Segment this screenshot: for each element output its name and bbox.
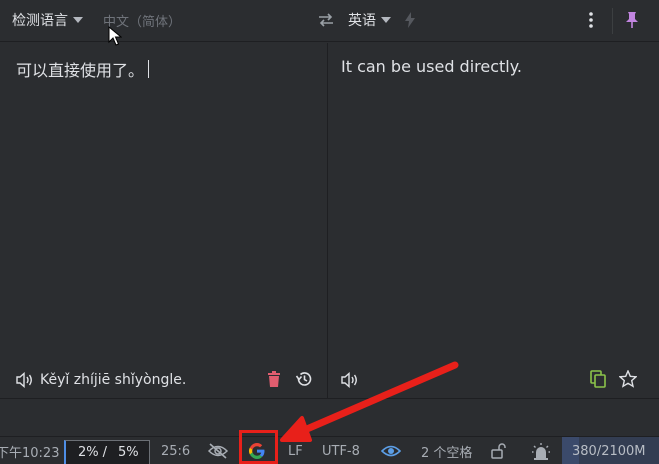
- reader-mode-button[interactable]: [381, 437, 401, 464]
- copy-icon: [590, 370, 606, 388]
- source-language-label: 检测语言: [12, 13, 68, 29]
- eye-icon: [381, 445, 401, 457]
- read-only-toggle[interactable]: [490, 437, 506, 464]
- speaker-icon[interactable]: [341, 372, 359, 388]
- translated-text: It can be used directly.: [341, 57, 523, 76]
- toolbar-divider: [612, 8, 613, 34]
- more-vertical-icon: [589, 12, 593, 28]
- zoom-value-a: 2%: [78, 445, 99, 460]
- chevron-down-icon: [381, 17, 391, 23]
- instant-translate-button[interactable]: [404, 10, 416, 30]
- target-language-label: 英语: [348, 13, 376, 29]
- annotation-highlight-box: [239, 430, 278, 464]
- bolt-icon: [405, 12, 415, 28]
- ide-status-bar: 下午10:23 2% / 5% 25:6 LF UTF-8 2 个空格 380/…: [0, 436, 659, 464]
- translation-panel: 检测语言 中文（简体） 英语 可以直接使用了。 Kěyǐ zhíjiē shǐy…: [0, 0, 659, 436]
- encoding-selector[interactable]: UTF-8: [322, 437, 360, 464]
- memory-indicator[interactable]: 380/2100M: [562, 437, 659, 464]
- unlock-icon: [491, 443, 506, 459]
- zoom-value-b: 5%: [118, 445, 139, 460]
- translation-toolbar: 检测语言 中文（简体） 英语: [0, 0, 659, 42]
- swap-icon: [319, 13, 333, 27]
- notifications-button[interactable]: [531, 437, 551, 464]
- favorite-button[interactable]: [618, 369, 638, 389]
- star-icon: [619, 370, 637, 388]
- memory-usage-text: 380/2100M: [572, 443, 646, 459]
- swap-languages-button[interactable]: [317, 10, 335, 30]
- pin-icon: [626, 12, 638, 28]
- history-button[interactable]: [294, 369, 314, 389]
- chevron-down-icon: [73, 17, 83, 23]
- bottom-strip: [0, 398, 659, 436]
- clear-text-button[interactable]: [264, 369, 284, 389]
- history-icon: [295, 372, 312, 386]
- source-text-input[interactable]: 可以直接使用了。: [16, 57, 150, 81]
- clock: 下午10:23: [0, 445, 60, 461]
- zoom-widget[interactable]: 2% / 5%: [64, 440, 150, 464]
- source-transliteration: Kěyǐ zhíjiē shǐyòngle.: [40, 372, 187, 388]
- zoom-separator: /: [102, 445, 108, 460]
- indent-selector[interactable]: 2 个空格: [421, 437, 472, 464]
- source-text: 可以直接使用了。: [16, 61, 145, 80]
- text-caret: [148, 60, 150, 78]
- caret-position[interactable]: 25:6: [161, 437, 190, 464]
- source-language-dropdown[interactable]: 检测语言: [12, 10, 83, 30]
- source-pane: 可以直接使用了。 Kěyǐ zhíjiē shǐyòngle.: [0, 43, 327, 398]
- more-options-button[interactable]: [584, 10, 598, 30]
- target-footer: [341, 370, 359, 390]
- line-ending-selector[interactable]: LF: [288, 437, 303, 464]
- alarm-icon: [532, 443, 550, 460]
- source-footer: Kěyǐ zhíjiē shǐyòngle.: [16, 370, 186, 390]
- target-pane: It can be used directly.: [328, 43, 659, 398]
- eye-off-button[interactable]: [207, 437, 229, 464]
- eye-off-icon: [207, 443, 229, 459]
- pin-window-button[interactable]: [624, 10, 640, 30]
- copy-translation-button[interactable]: [588, 369, 608, 389]
- target-language-dropdown[interactable]: 英语: [348, 10, 391, 30]
- speaker-icon[interactable]: [16, 372, 34, 388]
- delete-icon: [268, 371, 280, 387]
